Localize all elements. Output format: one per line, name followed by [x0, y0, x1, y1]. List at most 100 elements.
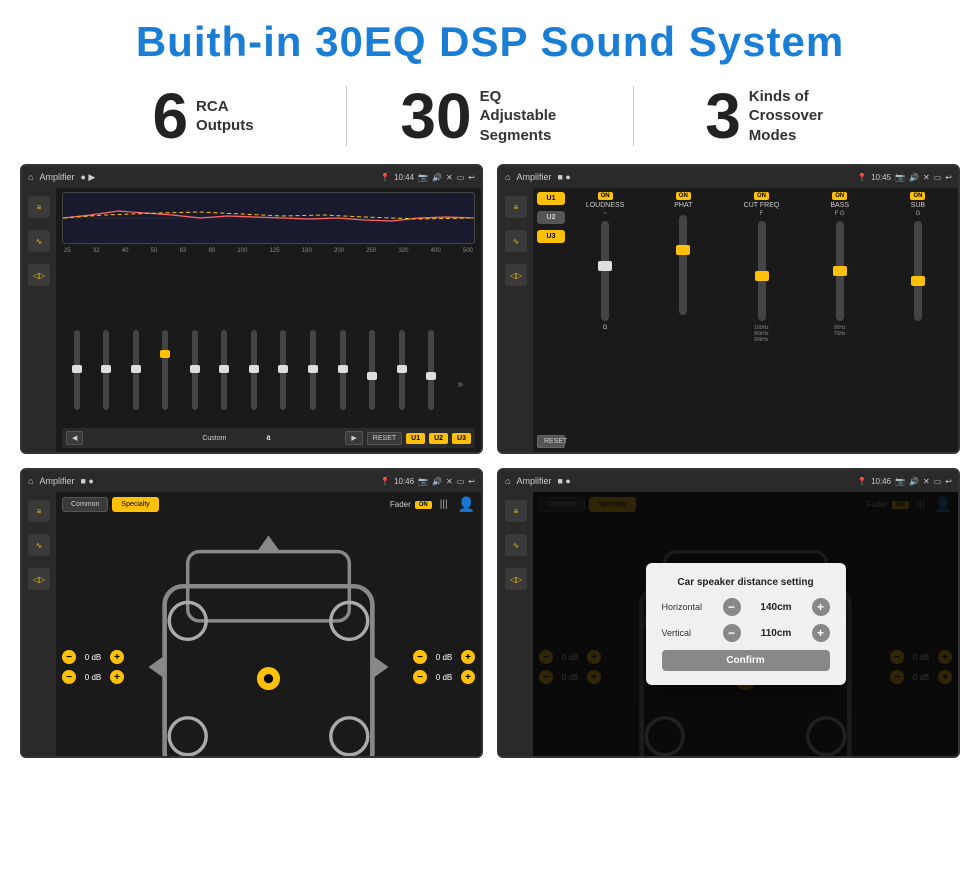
crossover-window-icon: ▭ [934, 173, 942, 182]
fader-back-icon[interactable]: ↩ [468, 477, 475, 486]
distance-main-content: Common Specialty Fader ON ||| 👤 [533, 492, 958, 756]
eq-next-btn[interactable]: ▶ [345, 431, 362, 445]
crossover-sidebar-volume[interactable]: ◁▷ [505, 264, 527, 286]
stat-rca-label: RCAOutputs [196, 97, 254, 136]
fader-left-controls: − 0 dB + − 0 dB + [62, 517, 124, 756]
cross-bass: ON BASS F G 90Hz70Hz [804, 192, 876, 448]
eq-sidebar-wave[interactable]: ∿ [28, 230, 50, 252]
page-title: Buith-in 30EQ DSP Sound System [0, 0, 980, 76]
distance-status-icons: 📍 10:46 📷 🔊 ✕ ▭ ↩ [857, 477, 952, 486]
crossover-sliders-area: ON LOUDNESS ~ G ON PHAT ON [569, 192, 954, 448]
freq-80: 80 [208, 248, 215, 254]
eq-status-bar: ⌂ Amplifier ● ▶ 📍 10:44 📷 🔊 ✕ ▭ ↩ [22, 166, 481, 188]
eq-app-name: Amplifier [39, 172, 74, 182]
crossover-sidebar-filter[interactable]: ≡ [505, 196, 527, 218]
dialog-title: Car speaker distance setting [662, 577, 830, 588]
freq-400: 400 [431, 248, 441, 254]
bass-label: BASS [830, 202, 849, 209]
crossover-status-bar: ⌂ Amplifier ■ ● 📍 10:45 📷 🔊 ✕ ▭ ↩ [499, 166, 958, 188]
stat-eq: 30 EQ AdjustableSegments [347, 84, 633, 148]
eq-u1-btn[interactable]: U1 [406, 433, 425, 444]
eq-sidebar-volume[interactable]: ◁▷ [28, 264, 50, 286]
tab-common[interactable]: Common [62, 497, 108, 512]
fader-window-icon: ▭ [457, 477, 465, 486]
freq-125: 125 [270, 248, 280, 254]
eq-u2-btn[interactable]: U2 [429, 433, 448, 444]
dialog-confirm-button[interactable]: Confirm [662, 650, 830, 671]
eq-u3-btn[interactable]: U3 [452, 433, 471, 444]
fader-sidebar-volume[interactable]: ◁▷ [28, 568, 50, 590]
page-container: Buith-in 30EQ DSP Sound System 6 RCAOutp… [0, 0, 980, 768]
eq-slider-11: -1 [369, 330, 375, 410]
fader-close-icon: ✕ [446, 477, 453, 486]
vol2-plus[interactable]: + [110, 670, 124, 684]
stat-eq-label: EQ AdjustableSegments [480, 87, 580, 146]
fader-tabs: Common Specialty Fader ON ||| 👤 [62, 496, 475, 513]
fader-main-content: Common Specialty Fader ON ||| 👤 [56, 492, 481, 756]
crossover-reset-btn[interactable]: RESET [537, 435, 565, 448]
crossover-app-name: Amplifier [516, 172, 551, 182]
location-icon: 📍 [380, 173, 390, 182]
vol1-minus[interactable]: − [62, 650, 76, 664]
vol4-plus[interactable]: + [461, 670, 475, 684]
vol-control-3: − 0 dB + [413, 650, 475, 664]
distance-camera-icon: 📷 [895, 477, 905, 486]
distance-mode-icons: ■ ● [557, 476, 570, 486]
vol1-plus[interactable]: + [110, 650, 124, 664]
eq-slider-more: » [458, 379, 464, 390]
eq-slider-3: 0 [133, 330, 139, 410]
cross-sub: ON SUB G [882, 192, 954, 448]
fader-mode-icons: ■ ● [80, 476, 93, 486]
eq-screen-content: ≡ ∿ ◁▷ 25 [22, 188, 481, 452]
eq-status-icons: 📍 10:44 📷 🔊 ✕ ▭ ↩ [380, 173, 475, 182]
stat-crossover-label: Kinds ofCrossover Modes [749, 87, 849, 146]
eq-time: 10:44 [394, 173, 414, 182]
crossover-home-icon[interactable]: ⌂ [505, 172, 510, 182]
distance-sidebar-wave[interactable]: ∿ [505, 534, 527, 556]
eq-sidebar-filter[interactable]: ≡ [28, 196, 50, 218]
distance-window-icon: ▭ [934, 477, 942, 486]
crossover-u1-btn[interactable]: U1 [537, 192, 565, 205]
crossover-close-icon: ✕ [923, 173, 930, 182]
distance-sidebar-volume[interactable]: ◁▷ [505, 568, 527, 590]
vol4-minus[interactable]: − [413, 670, 427, 684]
vol2-minus[interactable]: − [62, 670, 76, 684]
back-icon[interactable]: ↩ [468, 173, 475, 182]
dialog-vertical-plus[interactable]: + [812, 624, 830, 642]
distance-sidebar-filter[interactable]: ≡ [505, 500, 527, 522]
fader-sidebar-filter[interactable]: ≡ [28, 500, 50, 522]
fader-status-icons: 📍 10:46 📷 🔊 ✕ ▭ ↩ [380, 477, 475, 486]
crossover-main-content: U1 U2 U3 RESET ON LOUDNESS ~ G [533, 188, 958, 452]
fader-home-icon[interactable]: ⌂ [28, 476, 33, 486]
vol3-minus[interactable]: − [413, 650, 427, 664]
distance-home-icon[interactable]: ⌂ [505, 476, 510, 486]
screen-fader: ⌂ Amplifier ■ ● 📍 10:46 📷 🔊 ✕ ▭ ↩ ≡ ∿ ◁▷ [20, 468, 483, 758]
sub-on-badge: ON [910, 192, 925, 200]
eq-slider-1: 0 [74, 330, 80, 410]
eq-reset-btn[interactable]: RESET [367, 432, 402, 445]
cutfreq-on-badge: ON [754, 192, 769, 200]
dialog-horizontal-minus[interactable]: − [723, 598, 741, 616]
eq-prev-btn[interactable]: ◀ [66, 431, 83, 445]
cutfreq-label: CUT FREQ [744, 202, 780, 209]
tab-specialty[interactable]: Specialty [112, 497, 158, 512]
distance-time: 10:46 [871, 477, 891, 486]
crossover-u2-btn[interactable]: U2 [537, 211, 565, 224]
vol3-plus[interactable]: + [461, 650, 475, 664]
phat-on-badge: ON [676, 192, 691, 200]
dialog-horizontal-plus[interactable]: + [812, 598, 830, 616]
crossover-u3-btn[interactable]: U3 [537, 230, 565, 243]
crossover-sidebar-wave[interactable]: ∿ [505, 230, 527, 252]
screen-eq: ⌂ Amplifier ● ▶ 📍 10:44 📷 🔊 ✕ ▭ ↩ ≡ [20, 164, 483, 454]
distance-back-icon[interactable]: ↩ [945, 477, 952, 486]
crossover-back-icon[interactable]: ↩ [945, 173, 952, 182]
cross-cutfreq: ON CUT FREQ F 100Hz80kHz60kHz [725, 192, 797, 448]
fader-on-toggle[interactable]: ON [415, 501, 432, 509]
dialog-vertical-minus[interactable]: − [723, 624, 741, 642]
vol-control-2: − 0 dB + [62, 670, 124, 684]
stat-eq-number: 30 [400, 84, 471, 148]
home-icon[interactable]: ⌂ [28, 172, 33, 182]
fader-sidebar-wave[interactable]: ∿ [28, 534, 50, 556]
stat-rca-number: 6 [152, 84, 188, 148]
vol-control-4: − 0 dB + [413, 670, 475, 684]
